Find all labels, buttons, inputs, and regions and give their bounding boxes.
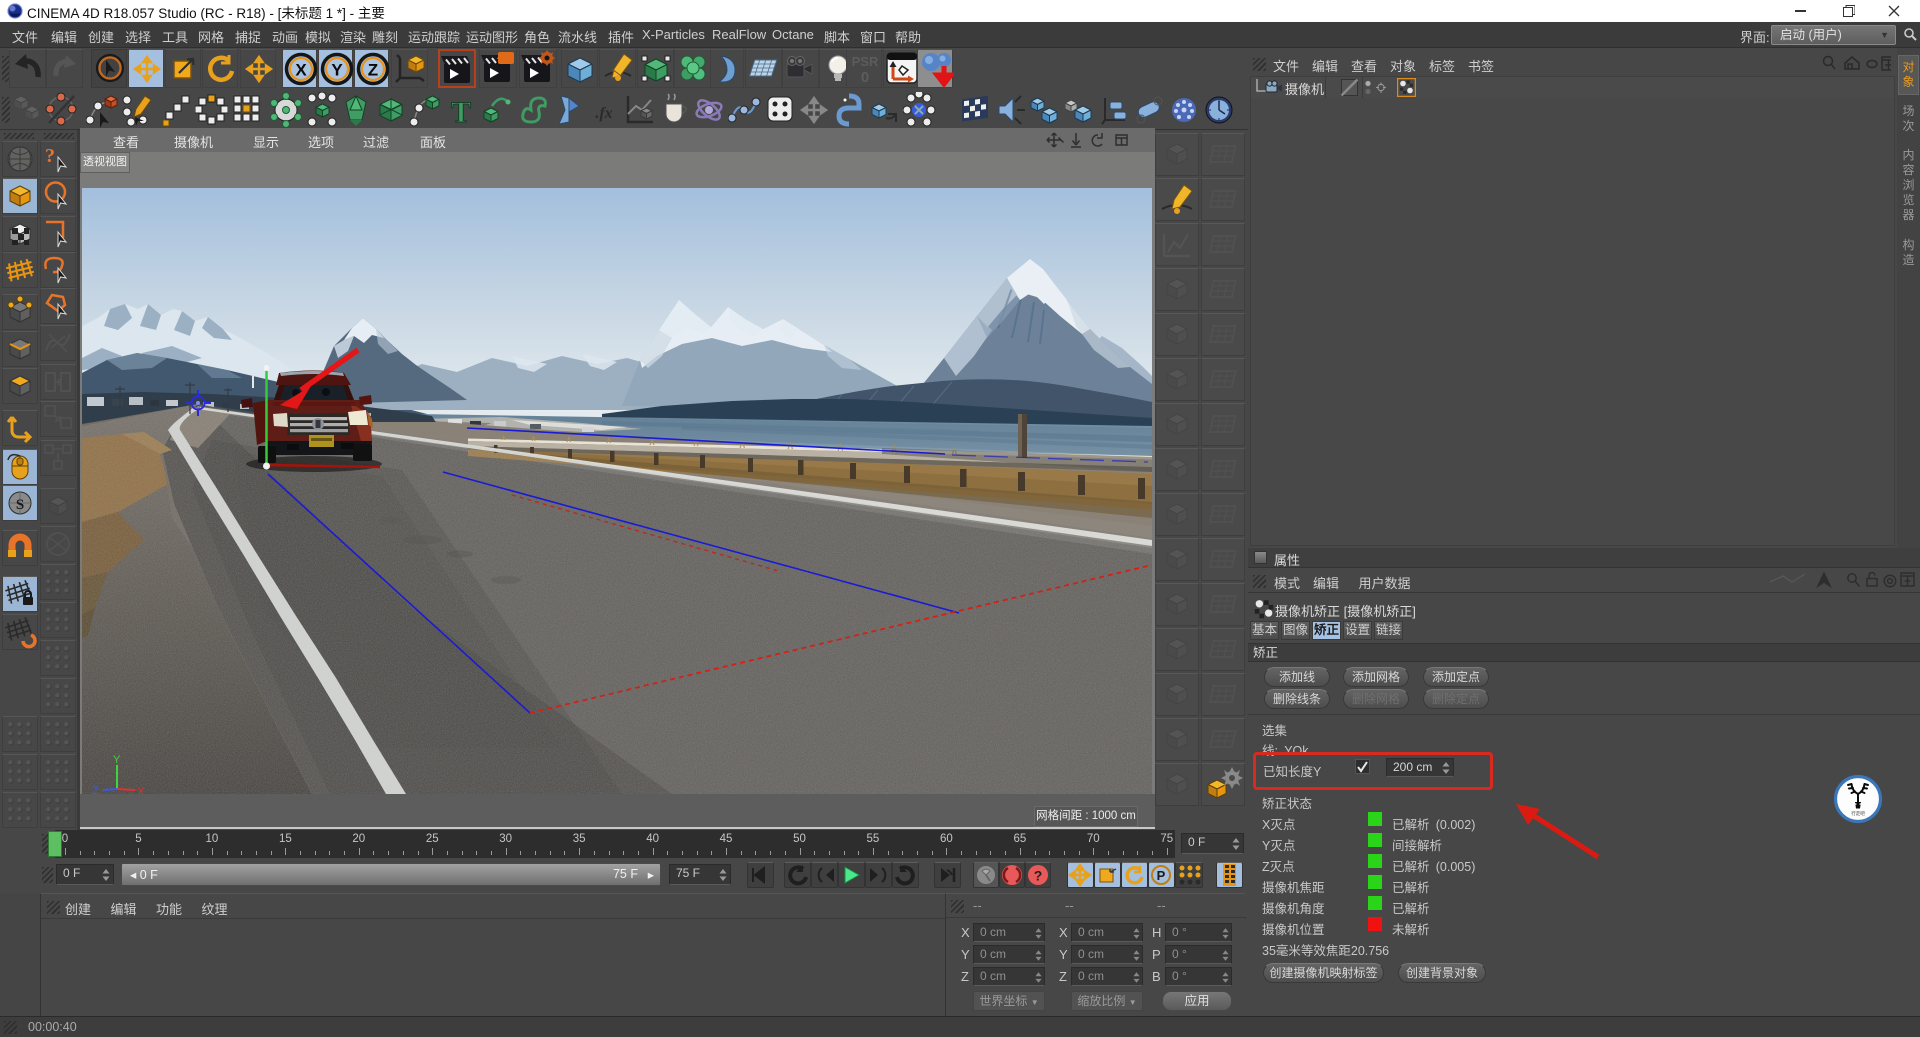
svg-text:?: ? (1034, 868, 1043, 884)
svg-text:.fx: .fx (595, 105, 612, 122)
svg-text:T: T (451, 96, 471, 128)
svg-text:PSR: PSR (852, 54, 879, 69)
svg-text:X: X (295, 61, 307, 80)
svg-text:?: ? (45, 145, 55, 167)
svg-text:Z: Z (368, 61, 378, 80)
svg-text:X: X (137, 786, 145, 794)
svg-text:行走吧: 行走吧 (1851, 810, 1865, 817)
svg-text:Y: Y (113, 754, 121, 766)
svg-text:Y: Y (331, 61, 343, 80)
svg-text:S: S (16, 497, 24, 513)
svg-text:P: P (1157, 868, 1166, 883)
svg-text:Z: Z (92, 785, 99, 794)
svg-text:0: 0 (861, 69, 869, 86)
